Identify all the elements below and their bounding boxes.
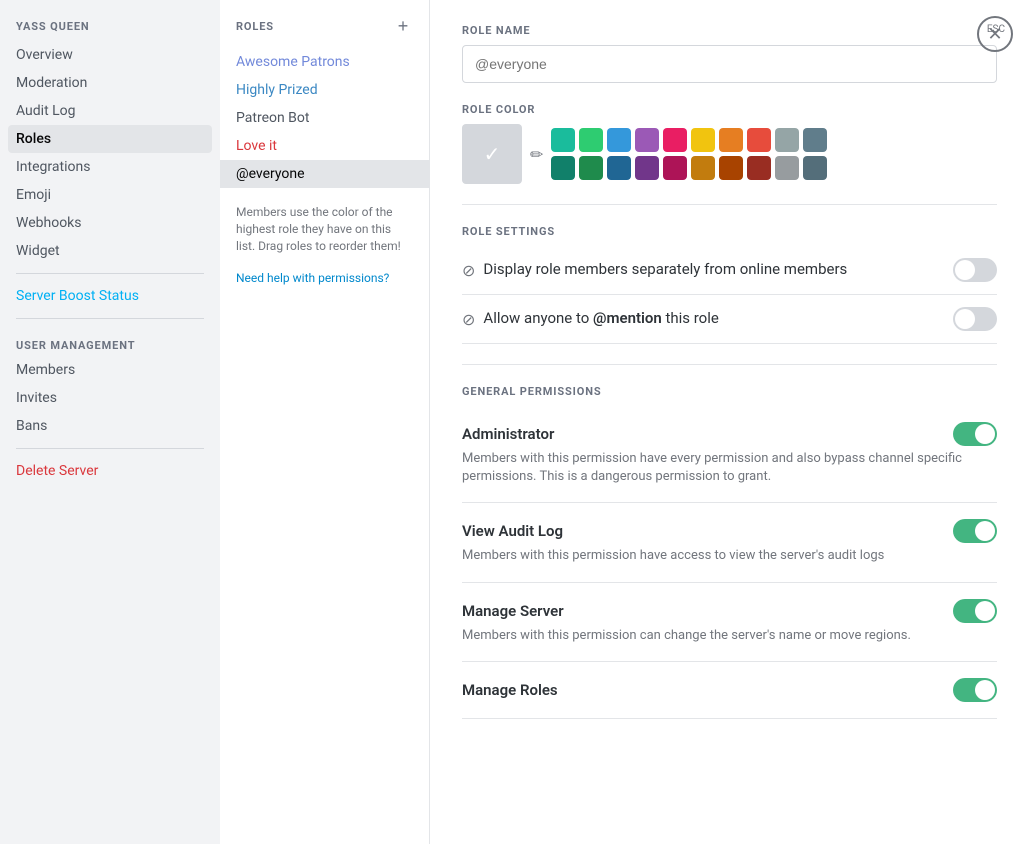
color-preview[interactable]: ✓	[462, 124, 522, 184]
add-role-button[interactable]: +	[393, 16, 413, 36]
perm-title-administrator: Administrator	[462, 425, 554, 443]
color-swatch[interactable]	[747, 128, 771, 152]
server-name: YASS QUEEN	[8, 16, 212, 41]
perm-title-view-audit-log: View Audit Log	[462, 522, 563, 540]
toggle-administrator[interactable]	[953, 422, 997, 446]
setting-text-mention: Allow anyone to @mention this role	[483, 309, 718, 329]
sidebar-divider-3	[16, 448, 204, 449]
color-swatch[interactable]	[719, 128, 743, 152]
color-swatch[interactable]	[635, 156, 659, 180]
general-permissions-divider	[462, 364, 997, 365]
roles-panel: ROLES + Awesome Patrons Highly Prized Pa…	[220, 0, 430, 844]
perm-row-view-audit-log: View Audit Log Members with this permiss…	[462, 503, 997, 582]
color-swatch[interactable]	[803, 128, 827, 152]
role-name-input[interactable]	[462, 45, 997, 83]
role-item-everyone[interactable]: @everyone	[220, 160, 429, 188]
color-swatches	[551, 128, 827, 180]
sidebar-item-audit-log[interactable]: Audit Log	[8, 97, 212, 125]
perm-header-view-audit-log: View Audit Log	[462, 519, 997, 543]
roles-help-link[interactable]: Need help with permissions?	[236, 271, 389, 285]
color-swatch[interactable]	[607, 128, 631, 152]
sidebar-item-emoji[interactable]: Emoji	[8, 181, 212, 209]
role-item-love-it[interactable]: Love it	[220, 132, 429, 160]
role-item-highly-prized[interactable]: Highly Prized	[220, 76, 429, 104]
perm-title-manage-roles: Manage Roles	[462, 681, 558, 699]
main-content: ✕ ESC ROLE NAME ROLE COLOR ✓ ✏ ROLE SETT…	[430, 0, 1029, 844]
user-management-label: USER MANAGEMENT	[8, 327, 212, 356]
color-swatch[interactable]	[691, 156, 715, 180]
roles-header: ROLES +	[220, 16, 429, 48]
setting-text-display: Display role members separately from onl…	[483, 260, 847, 280]
role-settings-divider	[462, 204, 997, 205]
color-swatch[interactable]	[775, 128, 799, 152]
sidebar-item-members[interactable]: Members	[8, 356, 212, 384]
color-swatch[interactable]	[747, 156, 771, 180]
color-swatch[interactable]	[579, 128, 603, 152]
close-button[interactable]: ✕	[977, 16, 1013, 52]
color-swatch[interactable]	[663, 128, 687, 152]
sidebar-item-server-boost[interactable]: Server Boost Status	[8, 282, 212, 310]
perm-row-manage-server: Manage Server Members with this permissi…	[462, 583, 997, 662]
role-settings-label: ROLE SETTINGS	[462, 225, 997, 238]
color-swatch[interactable]	[775, 156, 799, 180]
close-area: ✕ ESC	[987, 24, 1005, 35]
setting-row-display-separate: ⊘ Display role members separately from o…	[462, 246, 997, 295]
color-swatch[interactable]	[719, 156, 743, 180]
perm-desc-view-audit-log: Members with this permission have access…	[462, 547, 997, 565]
role-color-section: ROLE COLOR ✓ ✏	[462, 103, 997, 184]
toggle-display-separate[interactable]	[953, 258, 997, 282]
toggle-allow-mention[interactable]	[953, 307, 997, 331]
sidebar-divider-1	[16, 273, 204, 274]
role-color-label: ROLE COLOR	[462, 103, 997, 116]
color-swatch[interactable]	[663, 156, 687, 180]
role-item-awesome-patrons[interactable]: Awesome Patrons	[220, 48, 429, 76]
no-icon-mention: ⊘	[462, 310, 475, 329]
perm-header-manage-roles: Manage Roles	[462, 678, 997, 702]
setting-row-allow-mention: ⊘ Allow anyone to @mention this role	[462, 295, 997, 344]
roles-info: Members use the color of the highest rol…	[220, 188, 429, 270]
perm-desc-administrator: Members with this permission have every …	[462, 450, 997, 486]
sidebar-item-moderation[interactable]: Moderation	[8, 69, 212, 97]
color-picker-icon[interactable]: ✏	[530, 145, 543, 164]
sidebar-item-webhooks[interactable]: Webhooks	[8, 209, 212, 237]
sidebar-item-delete-server[interactable]: Delete Server	[8, 457, 212, 485]
setting-left-display: ⊘ Display role members separately from o…	[462, 260, 953, 280]
sidebar-item-widget[interactable]: Widget	[8, 237, 212, 265]
sidebar-divider-2	[16, 318, 204, 319]
no-icon-display: ⊘	[462, 261, 475, 280]
perm-desc-manage-server: Members with this permission can change …	[462, 627, 997, 645]
color-swatch[interactable]	[607, 156, 631, 180]
sidebar-item-overview[interactable]: Overview	[8, 41, 212, 69]
toggle-manage-roles[interactable]	[953, 678, 997, 702]
toggle-manage-server[interactable]	[953, 599, 997, 623]
perm-row-manage-roles: Manage Roles	[462, 662, 997, 719]
color-swatch[interactable]	[635, 128, 659, 152]
color-row: ✓ ✏	[462, 124, 997, 184]
color-swatch[interactable]	[551, 156, 575, 180]
sidebar-item-invites[interactable]: Invites	[8, 384, 212, 412]
color-swatch[interactable]	[579, 156, 603, 180]
general-permissions-label: GENERAL PERMISSIONS	[462, 385, 997, 398]
role-name-label: ROLE NAME	[462, 24, 997, 37]
sidebar-item-integrations[interactable]: Integrations	[8, 153, 212, 181]
role-item-patreon-bot[interactable]: Patreon Bot	[220, 104, 429, 132]
color-swatch[interactable]	[691, 128, 715, 152]
roles-header-title: ROLES	[236, 20, 274, 33]
toggle-view-audit-log[interactable]	[953, 519, 997, 543]
perm-header-administrator: Administrator	[462, 422, 997, 446]
color-swatch[interactable]	[803, 156, 827, 180]
perm-header-manage-server: Manage Server	[462, 599, 997, 623]
perm-row-administrator: Administrator Members with this permissi…	[462, 406, 997, 503]
setting-left-mention: ⊘ Allow anyone to @mention this role	[462, 309, 953, 329]
color-swatch[interactable]	[551, 128, 575, 152]
perm-title-manage-server: Manage Server	[462, 602, 564, 620]
sidebar-item-roles[interactable]: Roles	[8, 125, 212, 153]
sidebar-item-bans[interactable]: Bans	[8, 412, 212, 440]
sidebar: YASS QUEEN Overview Moderation Audit Log…	[0, 0, 220, 844]
